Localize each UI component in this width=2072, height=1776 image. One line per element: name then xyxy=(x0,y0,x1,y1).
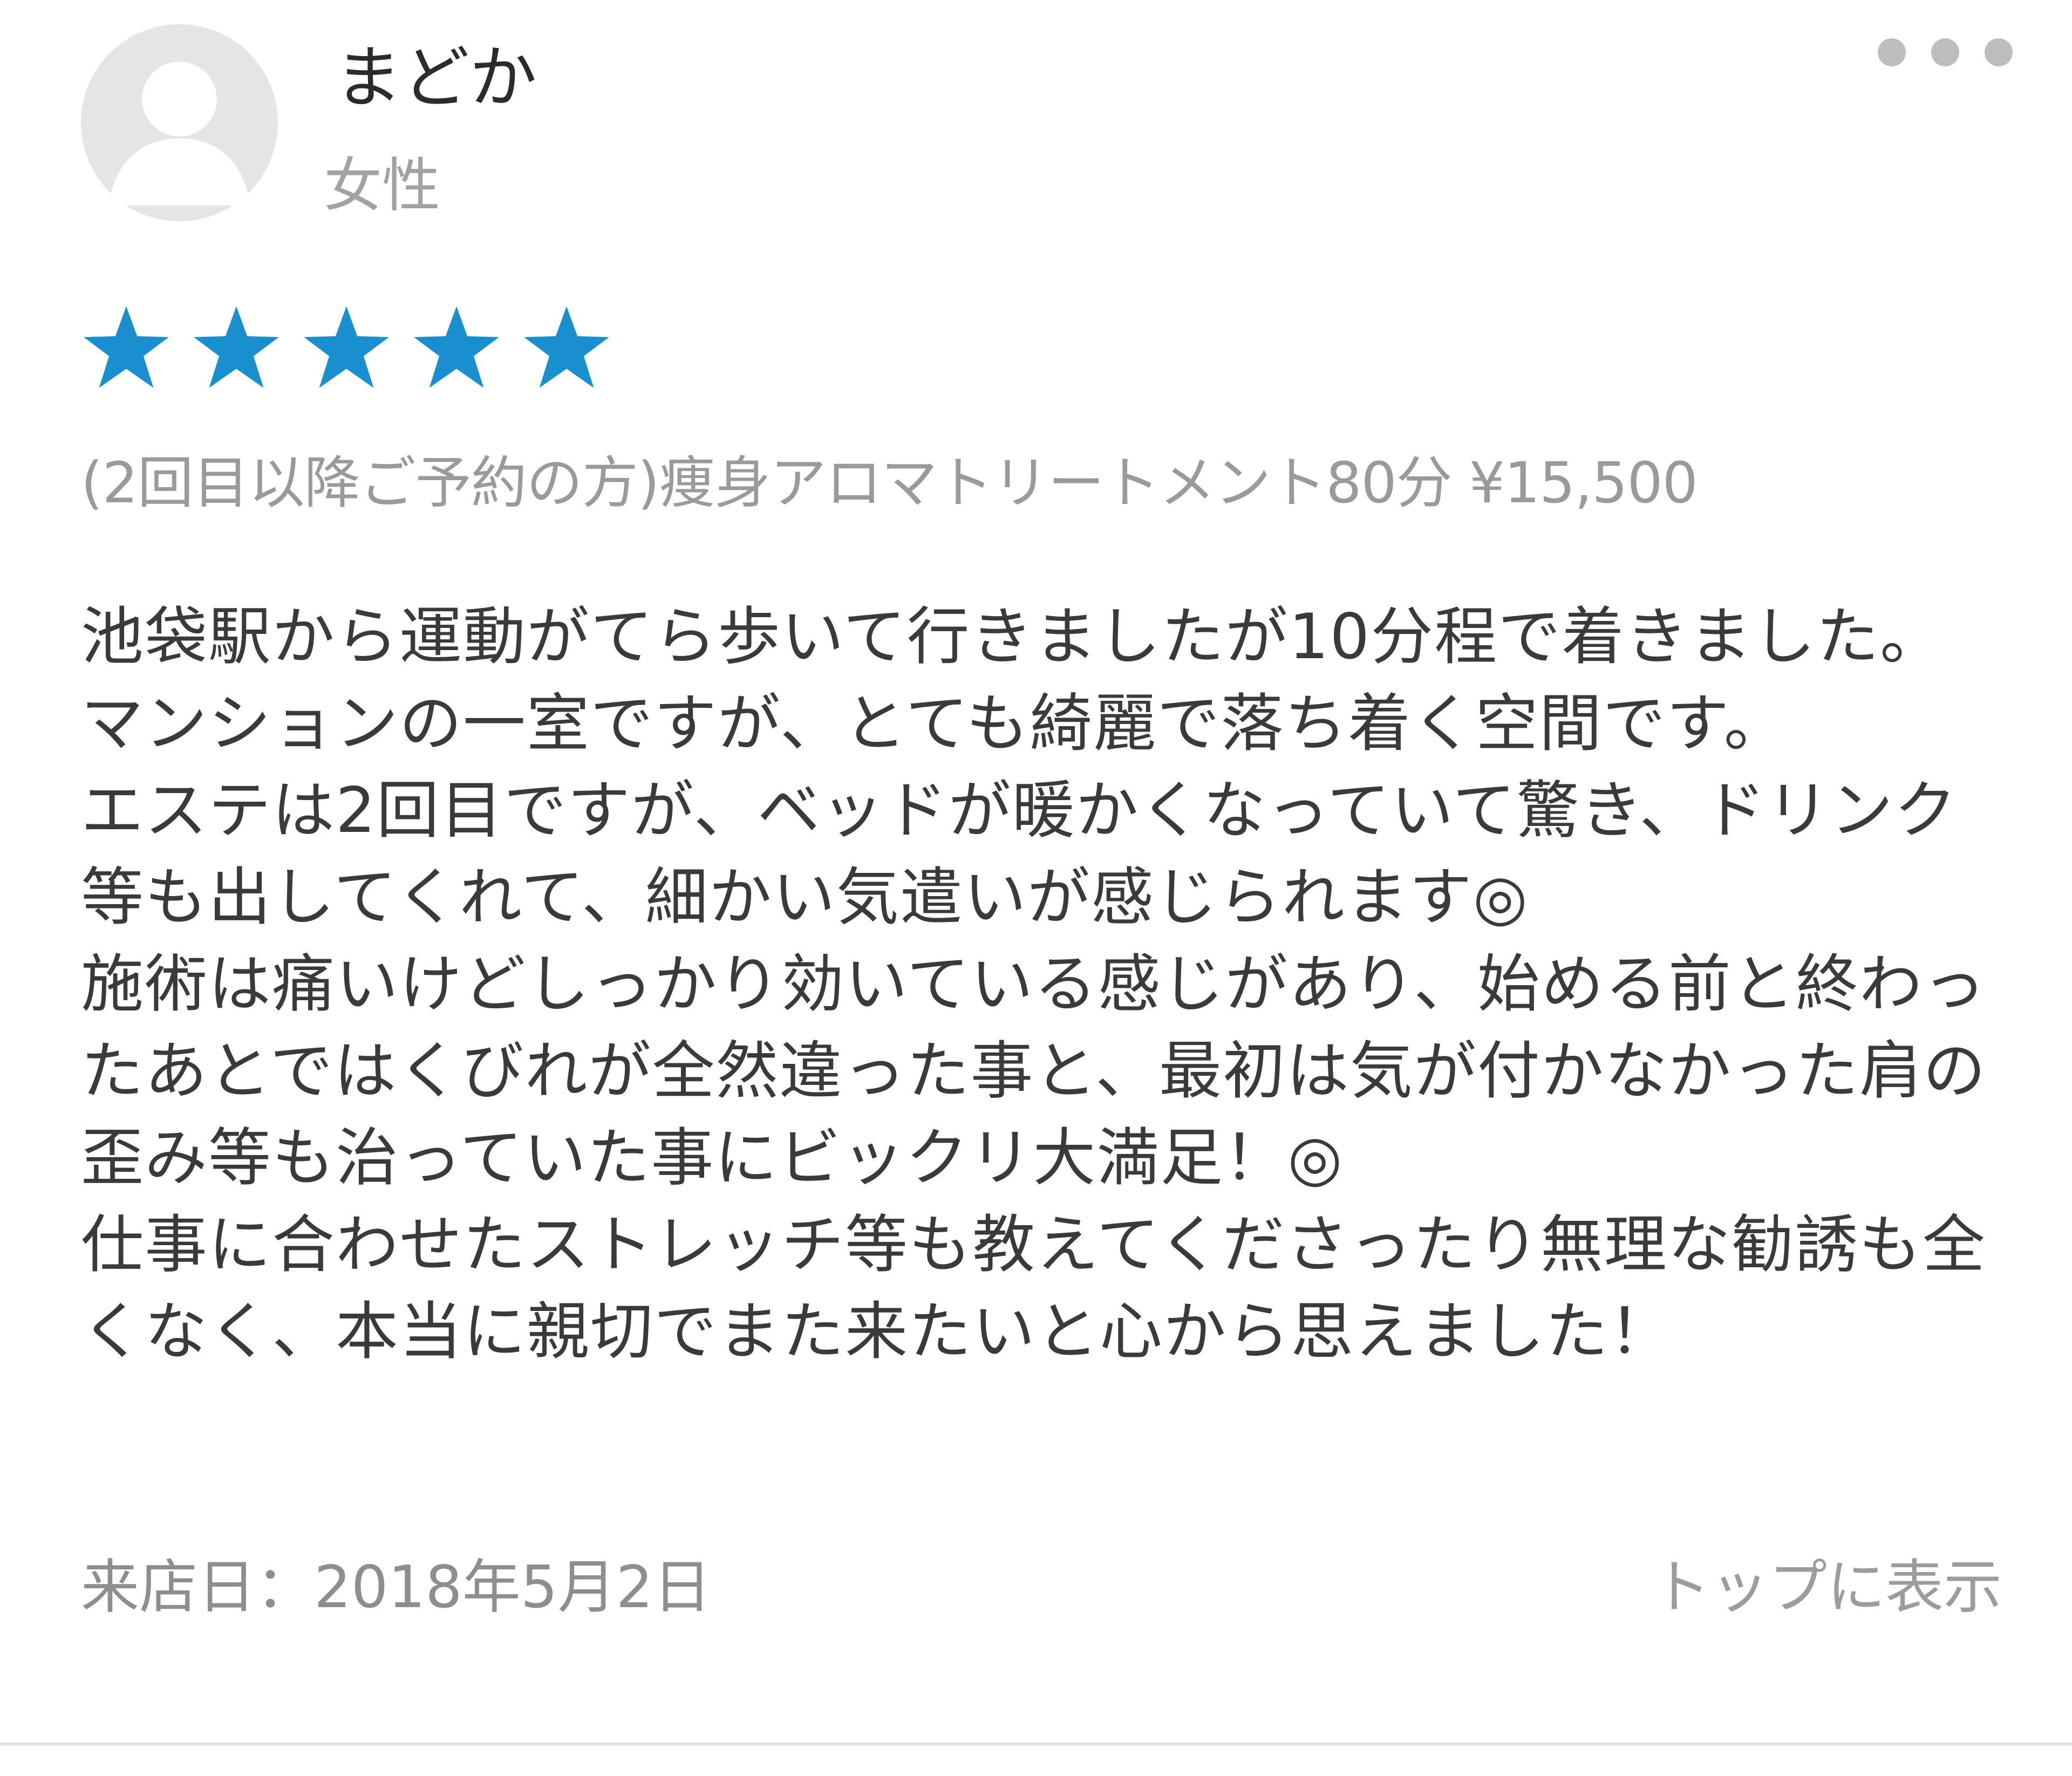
more-dot xyxy=(1878,38,1906,66)
menu-name: (2回目以降ご予約の方)痩身アロマトリートメント80分 ¥15,500 xyxy=(81,450,1698,516)
default-user-avatar-icon xyxy=(81,24,278,221)
star-icon xyxy=(81,303,172,393)
review-text: 池袋駅から運動がてら歩いて行きましたが10分程で着きました。マンションの一室です… xyxy=(81,600,1987,1368)
visit-date: 来店日：2018年5月2日 xyxy=(81,1554,712,1621)
user-name: まどか xyxy=(335,39,537,117)
more-dot xyxy=(1931,38,1959,66)
more-dot xyxy=(1985,38,2013,66)
user-avatar-icon xyxy=(81,24,278,221)
star-icon xyxy=(301,303,392,393)
star-icon xyxy=(521,303,612,393)
user-gender: 女性 xyxy=(324,152,441,220)
star-rating xyxy=(81,299,631,397)
divider xyxy=(0,1743,2072,1746)
show-on-top-link[interactable]: トップに表示 xyxy=(1652,1547,2002,1628)
review-card: まどか 女性 (2回目以降ご予約の方)痩身アロマトリートメント80分 ¥15,5… xyxy=(0,0,2072,1776)
more-options-button[interactable] xyxy=(1878,33,2013,71)
star-icon xyxy=(191,303,282,393)
star-icon xyxy=(411,303,502,393)
